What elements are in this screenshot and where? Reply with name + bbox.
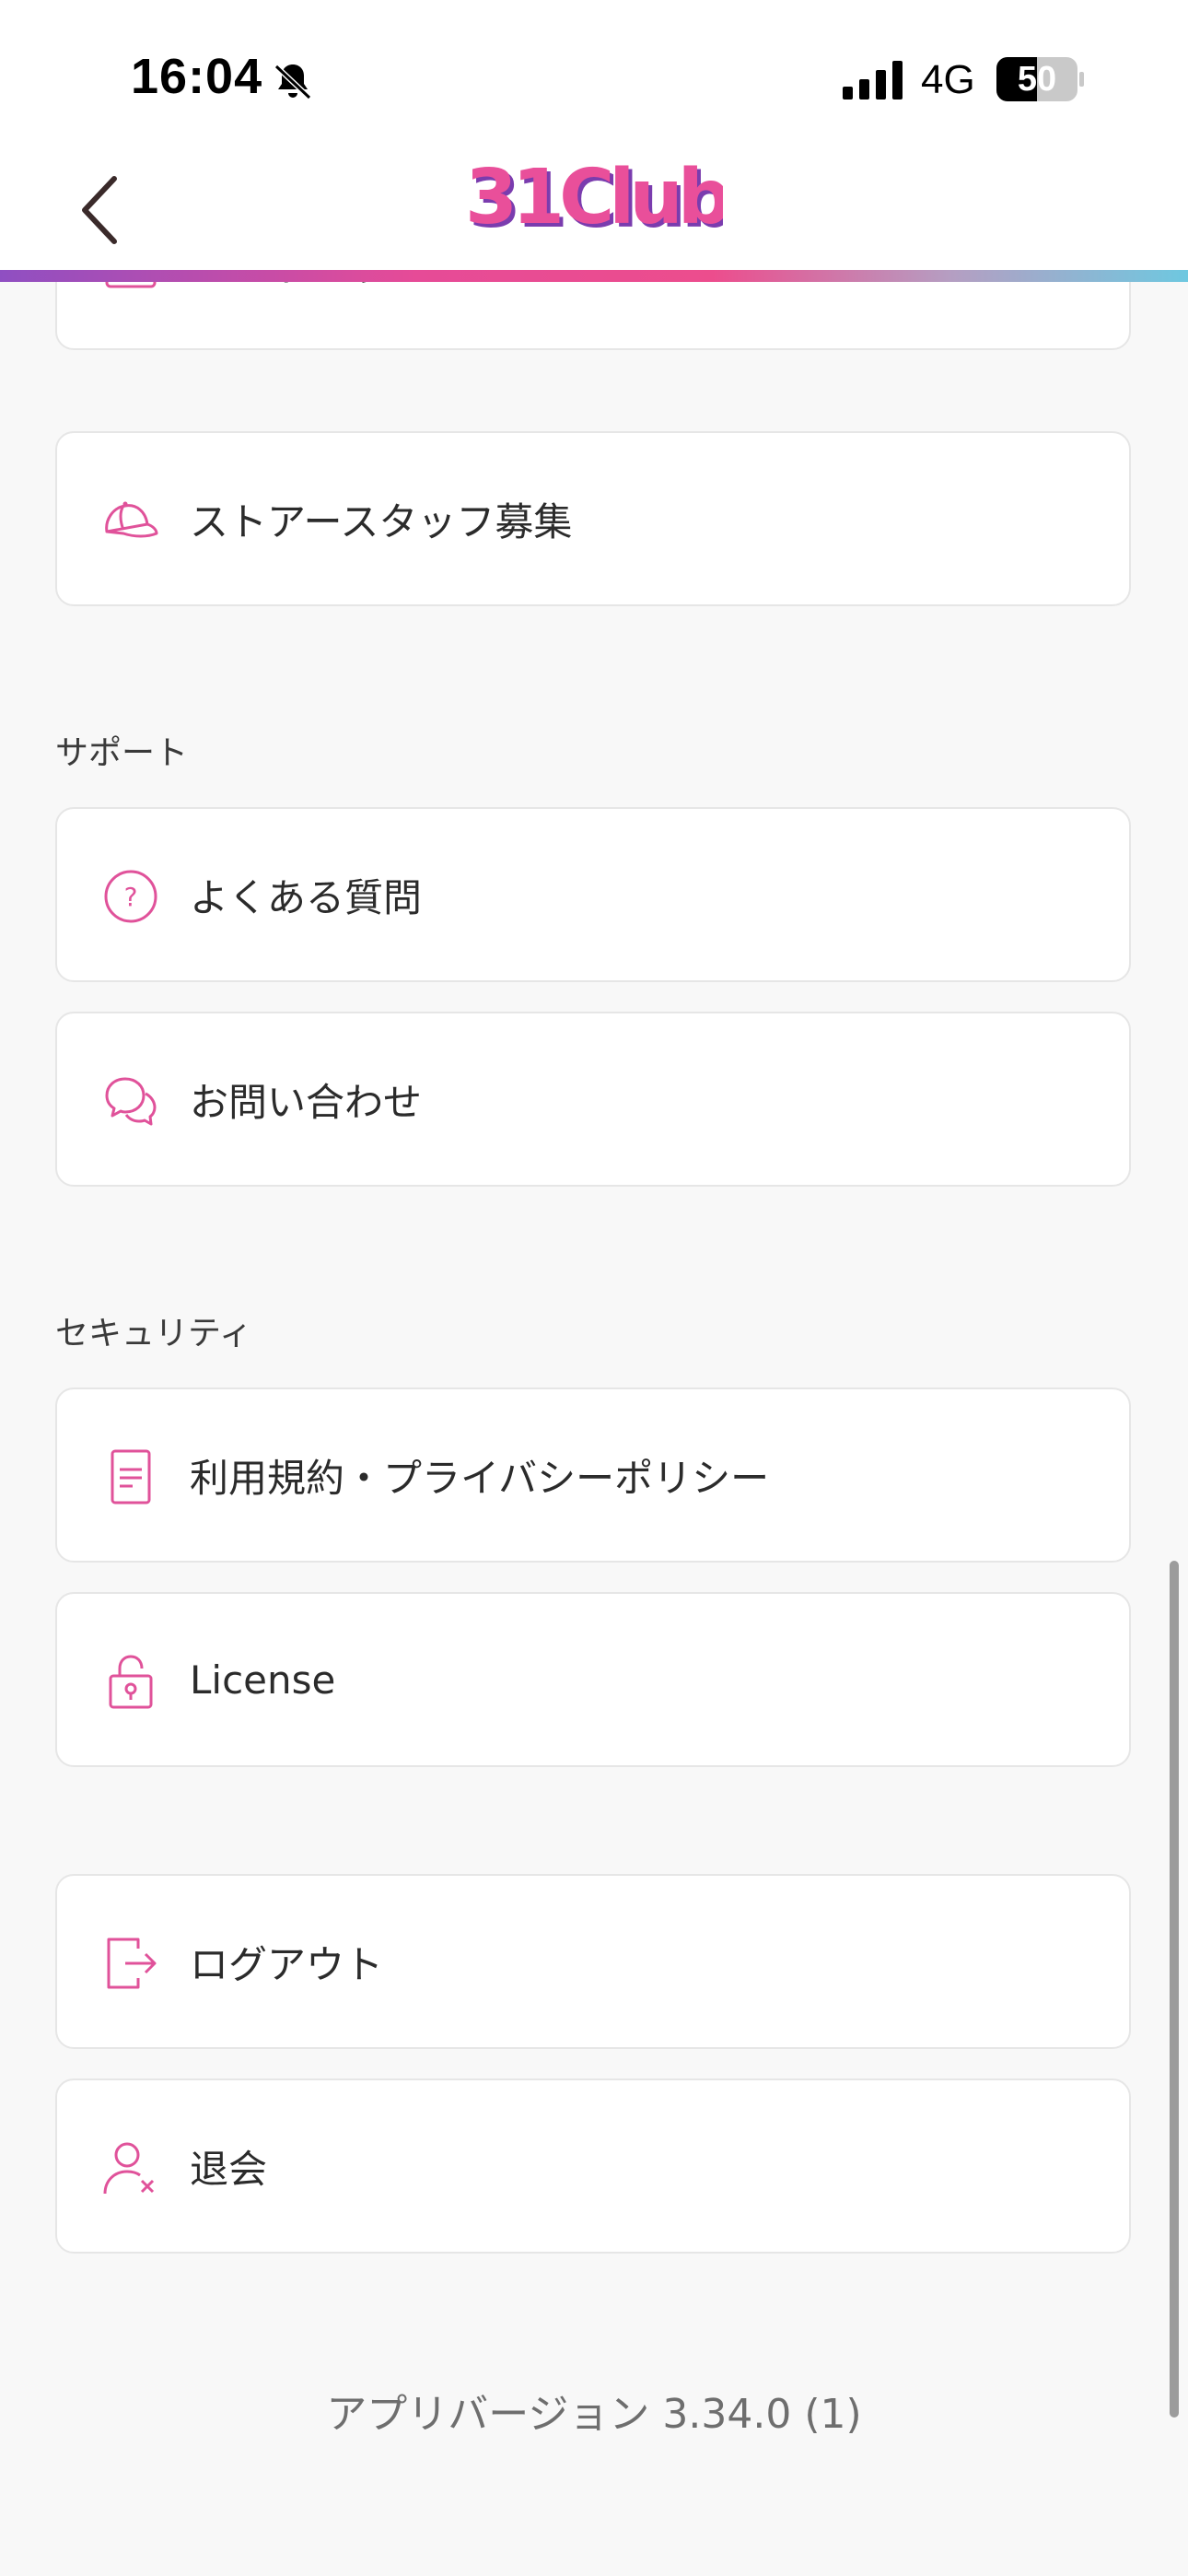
terms-privacy-label: 利用規約・プライバシーポリシー xyxy=(190,1455,770,1501)
official-site-label: オフィシャルサイト xyxy=(190,282,537,348)
official-site-item[interactable]: オフィシャルサイト xyxy=(55,282,1131,350)
license-item[interactable]: License xyxy=(55,1592,1131,1767)
question-circle-icon: ? xyxy=(104,870,157,923)
logout-label: ログアウト xyxy=(190,1941,384,1987)
chat-bubbles-icon xyxy=(105,1077,157,1126)
contact-item[interactable]: お問い合わせ xyxy=(55,1012,1131,1187)
scrollbar[interactable] xyxy=(1170,1561,1179,2418)
header-gradient-divider xyxy=(0,270,1188,282)
store-staff-recruit-item[interactable]: ストアースタッフ募集 xyxy=(55,431,1131,606)
cellular-signal-icon xyxy=(843,61,903,100)
status-bar: 16:04 4G 50 xyxy=(0,0,1188,152)
bell-muted-icon xyxy=(274,64,312,100)
status-time: 16:04 xyxy=(131,49,263,104)
document-icon xyxy=(111,1449,151,1505)
svg-text:31Club: 31Club xyxy=(465,158,723,240)
user-remove-icon xyxy=(103,2142,155,2195)
contact-label: お問い合わせ xyxy=(190,1079,423,1125)
app-logo: 31Club 31Club xyxy=(465,158,723,240)
settings-list[interactable]: オフィシャルサイト ストアースタッフ募集 サポート ? よくある質問 お問い合わ… xyxy=(0,282,1188,2576)
store-staff-recruit-label: ストアースタッフ募集 xyxy=(190,498,573,544)
browser-window-icon xyxy=(105,282,157,288)
back-chevron-icon[interactable] xyxy=(64,166,138,254)
faq-label: よくある質問 xyxy=(190,874,423,920)
svg-text:?: ? xyxy=(124,882,138,912)
license-label: License xyxy=(190,1657,336,1703)
support-section-title: サポート xyxy=(55,734,189,772)
lock-icon xyxy=(109,1655,153,1709)
logout-item[interactable]: ログアウト xyxy=(55,1874,1131,2049)
withdraw-label: 退会 xyxy=(190,2146,268,2192)
battery-level: 50 xyxy=(1017,60,1057,99)
faq-item[interactable]: ? よくある質問 xyxy=(55,807,1131,982)
security-section-title: セキュリティ xyxy=(55,1315,252,1352)
app-version: アプリバージョン 3.34.0 (1) xyxy=(326,2391,862,2438)
network-type: 4G xyxy=(921,57,975,102)
cap-icon xyxy=(105,501,158,538)
terms-privacy-item[interactable]: 利用規約・プライバシーポリシー xyxy=(55,1388,1131,1563)
withdraw-item[interactable]: 退会 xyxy=(55,2078,1131,2254)
logout-icon xyxy=(107,1938,157,1989)
